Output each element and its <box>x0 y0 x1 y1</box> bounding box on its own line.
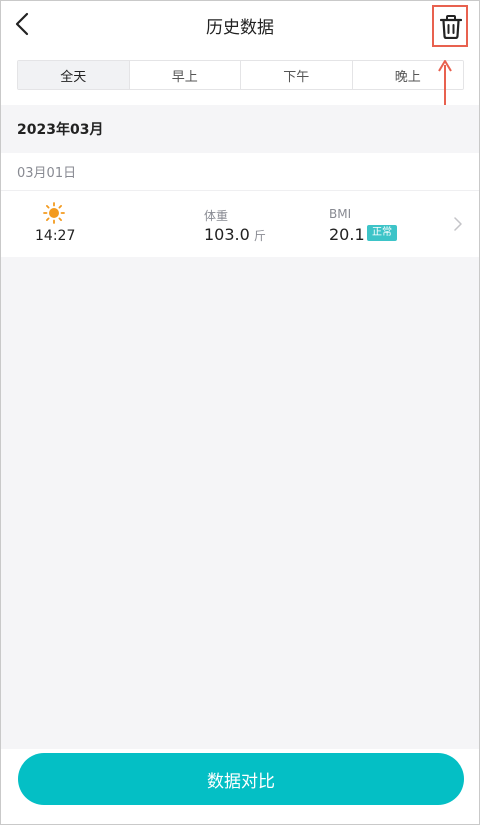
record-time: 14:27 <box>35 228 76 244</box>
tab-all-day[interactable]: 全天 <box>18 61 130 89</box>
weight-value: 103.0 <box>204 225 250 244</box>
header-bar: 历史数据 <box>1 1 479 49</box>
page-title: 历史数据 <box>206 18 274 38</box>
tab-morning[interactable]: 早上 <box>129 61 241 89</box>
trash-icon <box>440 14 462 39</box>
chevron-right-icon <box>454 217 462 231</box>
record-row[interactable]: 14:27 体重 103.0 斤 BMI 20.1 正常 <box>1 191 479 257</box>
month-header: 2023年03月 <box>1 105 479 153</box>
weight-value-group: 103.0 斤 <box>204 225 266 244</box>
weight-unit: 斤 <box>253 229 266 243</box>
bmi-label: BMI <box>329 207 352 221</box>
bmi-status-badge: 正常 <box>367 225 397 241</box>
delete-button[interactable] <box>433 6 469 47</box>
compare-data-button[interactable]: 数据对比 <box>18 753 464 805</box>
period-tabs: 全天 早上 下午 晚上 <box>17 60 464 90</box>
bmi-value: 20.1 <box>329 225 365 244</box>
sun-icon <box>43 202 65 224</box>
day-header: 03月01日 <box>1 153 479 191</box>
tab-afternoon[interactable]: 下午 <box>241 61 353 89</box>
period-tabs-bar: 全天 早上 下午 晚上 <box>1 49 479 105</box>
tab-evening[interactable]: 晚上 <box>352 61 463 89</box>
app-frame: 历史数据 全天 早上 下午 晚上 2023年03月 03月01日 14:27 体… <box>0 0 480 825</box>
weight-label: 体重 <box>204 209 229 223</box>
